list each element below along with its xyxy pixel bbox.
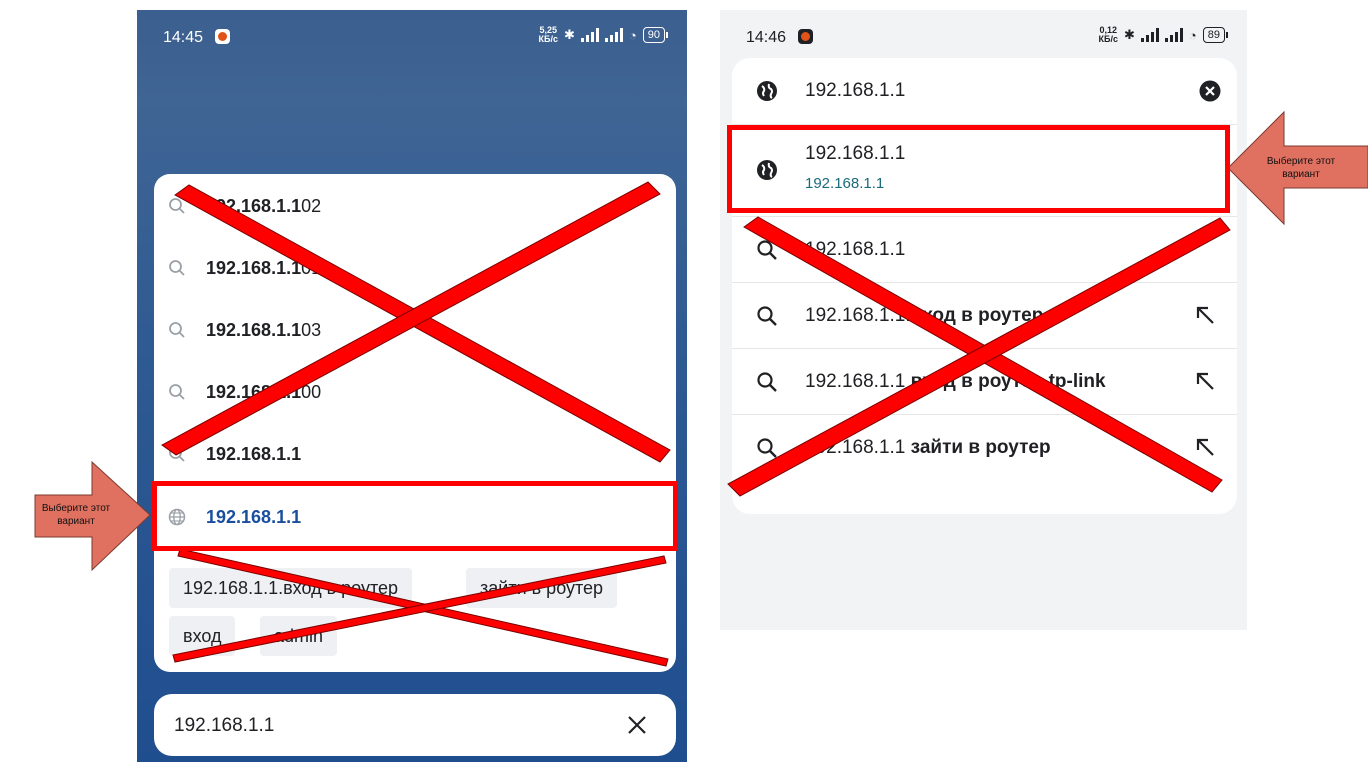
highlight-box-right (727, 125, 1230, 213)
annotation-overlay (34, 110, 1368, 667)
annotation-line1: Выберите этот (1266, 156, 1336, 167)
highlight-box-left (152, 481, 678, 551)
annotation-line2: вариант (57, 516, 95, 527)
annotation-line2: вариант (1282, 169, 1320, 180)
annotation-left: Выберите этот вариант (36, 502, 116, 528)
annotation-line1: Выберите этот (41, 503, 111, 514)
annotation-right: Выберите этот вариант (1256, 155, 1346, 181)
